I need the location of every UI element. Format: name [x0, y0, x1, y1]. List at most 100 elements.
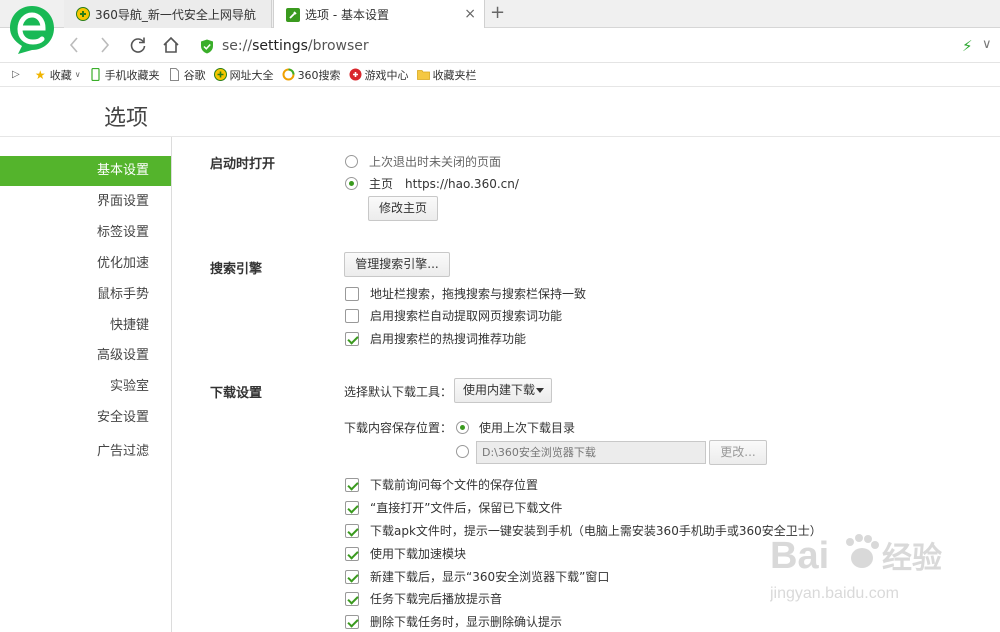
forward-arrow-icon [101, 37, 110, 53]
dropdown-caret-icon [536, 388, 544, 393]
phone-icon [90, 68, 100, 81]
change-path-button[interactable]: 更改... [709, 440, 767, 465]
sidebar-item-ad-filter[interactable]: 广告过滤 [0, 437, 171, 467]
tab-settings[interactable]: 选项 - 基本设置 × [273, 0, 485, 29]
bookmark-site-directory[interactable]: 网址大全 [213, 67, 274, 83]
bookmarks-bar: ▷ ★ 收藏 ∨ 手机收藏夹 谷歌 网址大全 360搜索 游戏中心 收藏夹栏 [0, 63, 1000, 87]
checkbox[interactable] [345, 477, 359, 492]
sidebar-item-optimize[interactable]: 优化加速 [0, 249, 171, 279]
bookmark-google[interactable]: 谷歌 [168, 67, 206, 83]
search360-icon [282, 68, 295, 81]
speed-mode-icon[interactable]: ⚡ [962, 37, 973, 55]
radio-button[interactable] [345, 155, 358, 168]
radio-button[interactable] [456, 421, 469, 434]
startup-section-label: 启动时打开 [210, 157, 276, 172]
sidebar-item-shortcuts[interactable]: 快捷键 [0, 311, 171, 341]
new-tab-button[interactable]: + [490, 3, 505, 23]
download-option-show-window[interactable]: 新建下载后，显示“360安全浏览器下载”窗口 [345, 568, 609, 585]
paw-icon [846, 534, 879, 568]
search-option-hot-words[interactable]: 启用搜索栏的热搜词推荐功能 [345, 330, 526, 347]
radio-button[interactable] [456, 445, 469, 458]
checkbox[interactable] [345, 569, 359, 584]
checkbox[interactable] [345, 308, 359, 323]
sidebar-item-labs[interactable]: 实验室 [0, 372, 171, 402]
sidebar-item-advanced[interactable]: 高级设置 [0, 341, 171, 371]
sidebar-item-interface[interactable]: 界面设置 [0, 187, 171, 217]
svg-text:Bai: Bai [770, 535, 829, 577]
url-scheme: se:// [222, 38, 253, 54]
download-option-play-sound[interactable]: 任务下载完后播放提示音 [345, 590, 502, 607]
download-option-keep-opened[interactable]: “直接打开”文件后，保留已下载文件 [345, 499, 562, 516]
360-nav-favicon-icon [76, 7, 90, 21]
page-icon [169, 68, 179, 81]
checkbox[interactable] [345, 591, 359, 606]
checkbox[interactable] [345, 546, 359, 561]
settings-favicon-icon [286, 7, 300, 22]
home-button[interactable] [160, 34, 182, 56]
radio-button[interactable] [345, 177, 358, 190]
download-option-accelerate[interactable]: 使用下载加速模块 [345, 545, 466, 562]
startup-restore-radio[interactable]: 上次退出时未关闭的页面 [345, 153, 501, 170]
checkbox[interactable] [345, 614, 359, 629]
security-shield-icon [201, 39, 213, 53]
sidebar-item-mouse-gestures[interactable]: 鼠标手势 [0, 280, 171, 310]
folder-icon [416, 70, 430, 80]
baidu-jingyan-watermark: Bai 经验 jingyan.baidu.com [770, 534, 942, 602]
download-option-confirm-delete[interactable]: 删除下载任务时，显示删除确认提示 [345, 613, 562, 630]
svg-text:jingyan.baidu.com: jingyan.baidu.com [770, 585, 899, 602]
search-section-label: 搜索引擎 [210, 262, 263, 277]
search-option-address-bar-sync[interactable]: 地址栏搜索，拖拽搜索与搜索栏保持一致 [345, 285, 586, 302]
bookmark-game-center[interactable]: 游戏中心 [349, 67, 409, 83]
download-option-ask-location[interactable]: 下载前询问每个文件的保存位置 [345, 476, 538, 493]
address-bar[interactable]: se://settings/browser [200, 35, 940, 57]
sidebar-item-basic[interactable]: 基本设置 [0, 156, 171, 186]
back-button[interactable] [63, 34, 85, 56]
chevron-down-icon[interactable]: ∨ [982, 37, 992, 52]
tab-bar: 360导航_新一代安全上网导航 选项 - 基本设置 × + [0, 0, 1000, 29]
home-url: https://hao.360.cn/ [405, 176, 519, 191]
forward-button[interactable] [94, 34, 116, 56]
browser-logo-icon [10, 6, 54, 54]
game-icon [349, 68, 362, 81]
search-option-auto-extract[interactable]: 启用搜索栏自动提取网页搜索词功能 [345, 307, 562, 324]
sidebar-item-security[interactable]: 安全设置 [0, 403, 171, 433]
checkbox[interactable] [345, 286, 359, 301]
download-option-apk-install[interactable]: 下载apk文件时，提示一键安装到手机（电脑上需安装360手机助手或360安全卫士… [345, 522, 822, 539]
download-tool-label: 选择默认下载工具： [344, 385, 453, 399]
refresh-button[interactable] [127, 34, 149, 56]
checkbox[interactable] [345, 331, 359, 346]
back-arrow-icon [69, 37, 78, 53]
location-custom-radio[interactable] [456, 445, 477, 458]
svg-text:经验: 经验 [882, 541, 942, 575]
bookmark-favorites-bar-folder[interactable]: 收藏夹栏 [416, 67, 477, 83]
star-icon: ★ [34, 67, 46, 82]
download-location-label: 下载内容保存位置： [344, 421, 453, 435]
close-icon[interactable]: × [464, 7, 476, 21]
sidebar-item-tabs[interactable]: 标签设置 [0, 218, 171, 248]
startup-home-radio[interactable]: 主页 https://hao.360.cn/ [345, 175, 519, 192]
location-last-dir-radio[interactable]: 使用上次下载目录 [456, 419, 575, 436]
url-host: settings [252, 38, 308, 54]
tab-360-nav[interactable]: 360导航_新一代安全上网导航 [64, 0, 272, 28]
download-tool-select[interactable]: 使用内建下载 [454, 378, 552, 403]
sidebar-toggle-icon[interactable]: ▷ [12, 69, 20, 80]
bookmark-favorites[interactable]: ★ 收藏 ∨ [34, 67, 81, 83]
download-path-field[interactable]: D:\360安全浏览器下载 [476, 441, 706, 464]
home-icon [163, 36, 179, 53]
url-path: /browser [307, 38, 369, 54]
bookmark-360-search[interactable]: 360搜索 [282, 67, 341, 83]
change-home-button[interactable]: 修改主页 [368, 196, 438, 221]
checkbox[interactable] [345, 500, 359, 515]
settings-sidebar: 基本设置 界面设置 标签设置 优化加速 鼠标手势 快捷键 高级设置 实验室 安全… [0, 137, 172, 632]
navigation-toolbar: se://settings/browser ⚡ ∨ [0, 28, 1000, 63]
download-section-label: 下载设置 [210, 386, 263, 401]
page-title: 选项 [104, 106, 149, 131]
manage-search-engines-button[interactable]: 管理搜索引擎... [344, 252, 450, 277]
sites-icon [213, 68, 227, 81]
refresh-icon [130, 37, 146, 53]
tab-title: 360导航_新一代安全上网导航 [95, 7, 256, 22]
chevron-down-icon: ∨ [74, 70, 81, 79]
bookmark-mobile-favorites[interactable]: 手机收藏夹 [89, 67, 160, 83]
tab-title: 选项 - 基本设置 [305, 8, 389, 22]
checkbox[interactable] [345, 523, 359, 538]
